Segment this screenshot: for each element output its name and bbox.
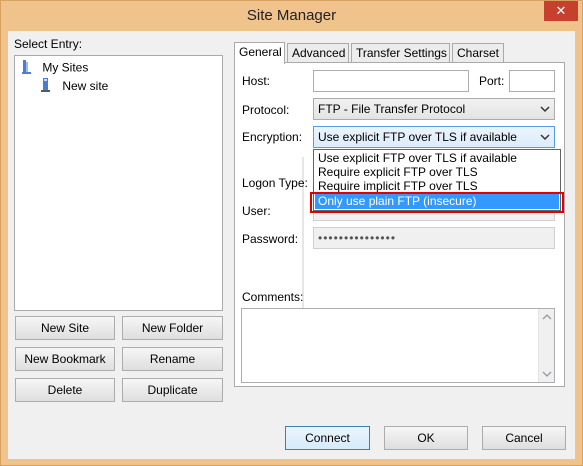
highlight-annotation (310, 192, 564, 213)
logon-type-label: Logon Type: (242, 176, 308, 190)
rename-button[interactable]: Rename (122, 347, 223, 371)
tree-label-my-sites: My Sites (42, 60, 89, 75)
chevron-down-icon (540, 131, 550, 145)
new-folder-button[interactable]: New Folder (122, 316, 223, 340)
server-icon (39, 77, 53, 96)
encryption-option[interactable]: Require explicit FTP over TLS (318, 165, 478, 179)
cancel-button[interactable]: Cancel (482, 426, 566, 450)
encryption-select[interactable]: Use explicit FTP over TLS if available (313, 126, 555, 148)
close-button[interactable]: ✕ (544, 1, 578, 21)
comments-scrollbar[interactable] (538, 309, 554, 382)
host-label: Host: (242, 74, 271, 88)
comments-textarea[interactable] (241, 308, 555, 383)
tree-item-my-sites[interactable]: My Sites (21, 59, 88, 78)
tree-item-new-site[interactable]: New site (39, 77, 108, 96)
dialog-body: Select Entry: My Sites New site New Site… (8, 31, 575, 459)
chevron-down-icon (540, 103, 550, 117)
duplicate-button[interactable]: Duplicate (122, 378, 223, 402)
new-bookmark-button[interactable]: New Bookmark (15, 347, 115, 371)
tab-advanced[interactable]: Advanced (287, 43, 349, 63)
port-input[interactable] (509, 70, 555, 92)
new-site-button[interactable]: New Site (15, 316, 115, 340)
select-entry-label: Select Entry: (14, 37, 83, 51)
user-label: User: (242, 204, 271, 218)
site-manager-window: Site Manager ✕ Select Entry: My Sites Ne… (0, 0, 583, 466)
encryption-value: Use explicit FTP over TLS if available (318, 130, 517, 144)
window-title: Site Manager (246, 7, 337, 24)
port-label: Port: (479, 74, 505, 88)
host-input[interactable] (313, 70, 469, 92)
tab-transfer-settings[interactable]: Transfer Settings (351, 43, 450, 63)
protocol-value: FTP - File Transfer Protocol (318, 102, 466, 116)
encryption-option[interactable]: Use explicit FTP over TLS if available (318, 151, 517, 165)
tree-label-new-site: New site (62, 78, 109, 93)
delete-button[interactable]: Delete (15, 378, 115, 402)
ok-button[interactable]: OK (384, 426, 468, 450)
tab-general[interactable]: General (234, 42, 285, 64)
site-tree[interactable]: My Sites New site (14, 55, 223, 311)
encryption-label: Encryption: (242, 130, 303, 144)
folder-icon (21, 59, 39, 78)
protocol-label: Protocol: (242, 103, 290, 117)
password-input[interactable]: ••••••••••••••• (313, 227, 555, 249)
password-label: Password: (242, 232, 299, 246)
tab-charset[interactable]: Charset (452, 43, 504, 63)
comments-label: Comments: (242, 290, 304, 304)
encryption-option[interactable]: Require implicit FTP over TLS (318, 179, 478, 193)
connect-button[interactable]: Connect (285, 426, 370, 450)
title-bar[interactable]: Site Manager ✕ (1, 1, 582, 31)
protocol-select[interactable]: FTP - File Transfer Protocol (313, 98, 555, 120)
